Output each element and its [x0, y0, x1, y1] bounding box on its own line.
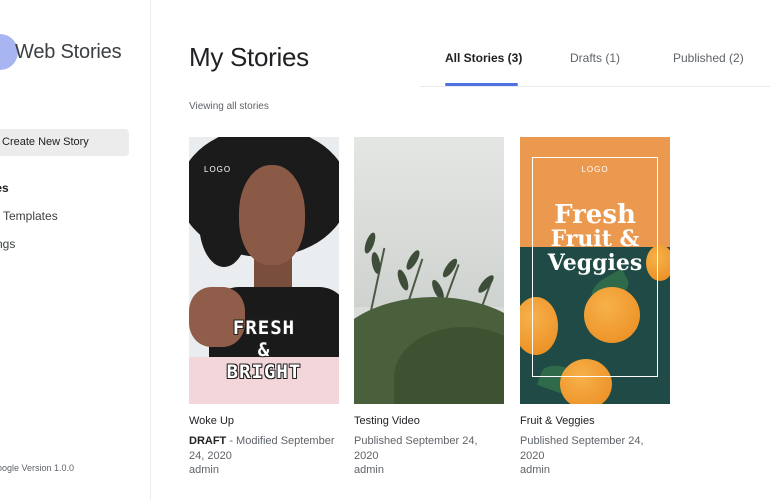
overlay-line: Fruit & [550, 226, 640, 252]
create-new-story-button[interactable]: Create New Story [0, 129, 129, 156]
sidebar-item-templates[interactable]: Templates [3, 209, 58, 223]
overlay-line: & [257, 339, 271, 361]
overlay-line: Fresh [554, 200, 636, 230]
story-card: LOGO FRESH & BRIGHT Woke Up DRAFT - Modi… [189, 137, 339, 476]
story-thumbnail[interactable]: LOGO FRESH & BRIGHT [189, 137, 339, 404]
story-card: Testing Video Published September 24, 20… [354, 137, 504, 476]
story-status: DRAFT - Modified September 24, 2020 [189, 434, 339, 464]
overlay-line: FRESH [232, 317, 296, 339]
status-text: Published September 24, 2020 [354, 435, 478, 462]
overlay-line: Veggies [547, 250, 643, 276]
story-author: admin [520, 464, 550, 476]
thumbnail-art [239, 165, 305, 265]
thumbnail-overlay-text: Fresh Fruit & Veggies [520, 200, 670, 276]
story-thumbnail[interactable] [354, 137, 504, 404]
sidebar: Web Stories Create New Story ories Templ… [0, 0, 151, 500]
sidebar-item-my-stories[interactable]: ories [0, 181, 9, 195]
story-status: Published September 24, 2020 [520, 434, 670, 464]
tab-all-stories[interactable]: All Stories (3) [445, 51, 522, 65]
viewing-label: Viewing all stories [189, 101, 269, 112]
story-tabs: All Stories (3) Drafts (1) Published (2) [420, 48, 770, 87]
sidebar-item-settings[interactable]: ettings [0, 237, 15, 251]
story-author: admin [354, 464, 384, 476]
thumbnail-overlay-text: FRESH & BRIGHT [189, 317, 339, 383]
thumbnail-logo-text: LOGO [581, 165, 609, 174]
story-status: Published September 24, 2020 [354, 434, 504, 464]
story-title[interactable]: Fruit & Veggies [520, 415, 595, 427]
brand-name: Web Stories [15, 41, 122, 63]
active-tab-indicator [445, 83, 518, 86]
tab-drafts[interactable]: Drafts (1) [570, 51, 620, 65]
version-text: oogle Version 1.0.0 [0, 463, 75, 473]
story-thumbnail[interactable]: LOGO Fresh Fruit & Veggies [520, 137, 670, 404]
story-author: admin [189, 464, 219, 476]
draft-badge: DRAFT [189, 435, 227, 447]
story-title[interactable]: Testing Video [354, 415, 420, 427]
story-card: LOGO Fresh Fruit & Veggies Fruit & Veggi… [520, 137, 670, 476]
thumbnail-logo-text: LOGO [204, 165, 232, 174]
page-title: My Stories [189, 42, 309, 72]
tab-published[interactable]: Published (2) [673, 51, 744, 65]
story-title[interactable]: Woke Up [189, 415, 234, 427]
status-text: Published September 24, 2020 [520, 435, 644, 462]
overlay-line: BRIGHT [226, 361, 302, 383]
